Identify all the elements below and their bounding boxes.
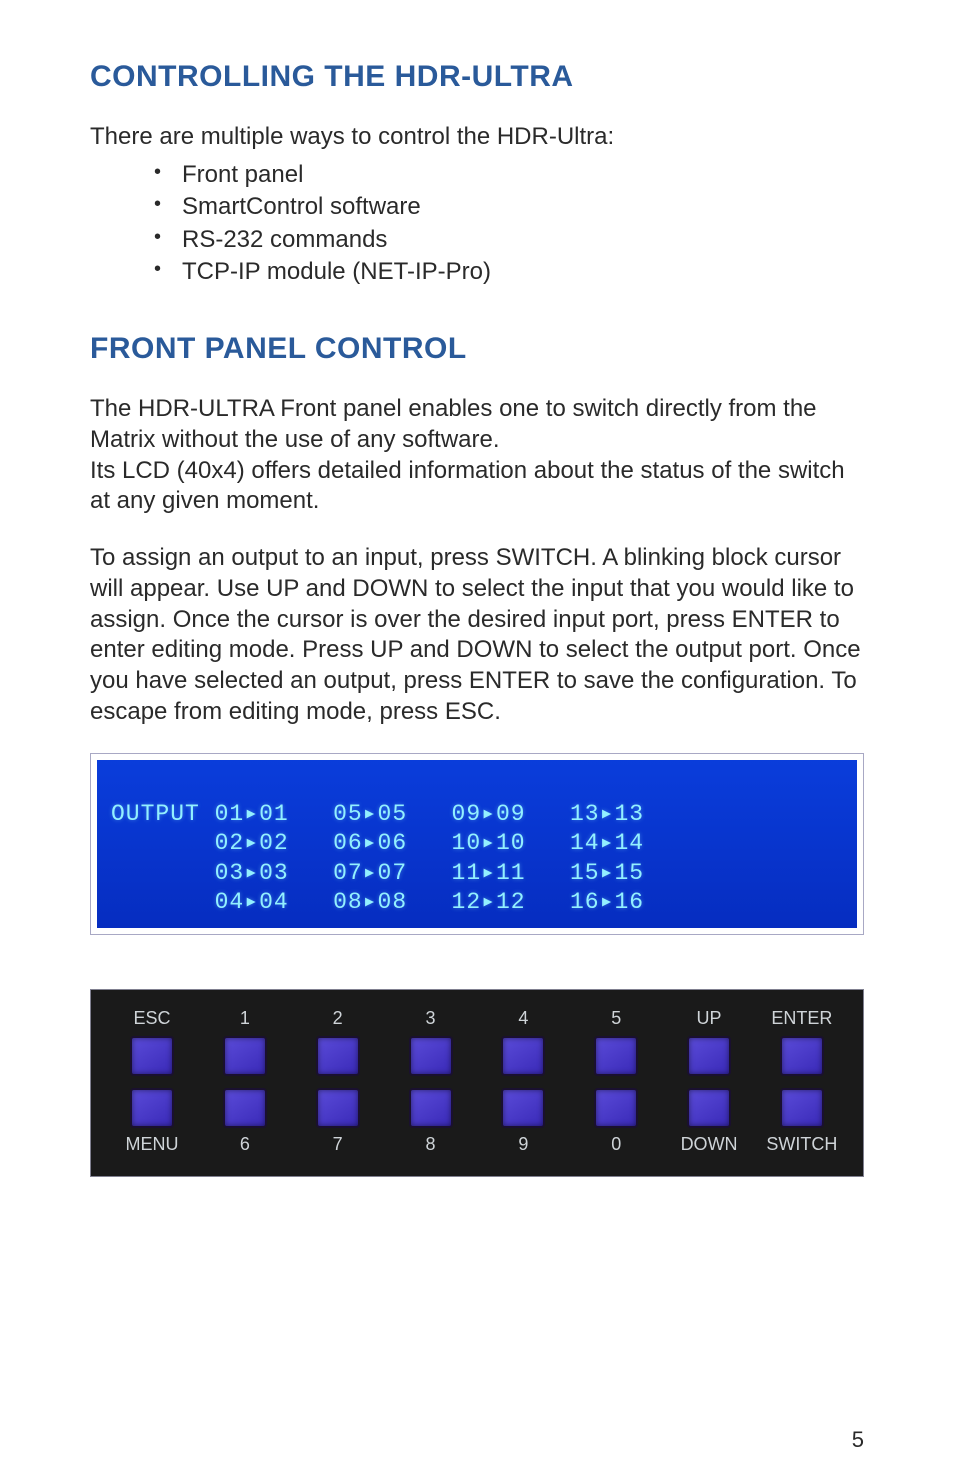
button-switch[interactable] [780,1088,824,1128]
button-6[interactable] [223,1088,267,1128]
button-enter[interactable] [780,1036,824,1076]
panel-top-row: ESC 1 2 3 4 5 UP ENTER [117,1008,837,1076]
panel-cell-4: 4 [488,1008,558,1076]
button-2[interactable] [316,1036,360,1076]
label-1: 1 [240,1008,250,1030]
panel-cell-7: 7 [303,1088,373,1156]
list-item: Front panel [154,159,864,191]
label-0: 0 [611,1134,621,1156]
button-esc[interactable] [130,1036,174,1076]
label-enter: ENTER [771,1008,832,1030]
label-menu: MENU [126,1134,179,1156]
panel-cell-2: 2 [303,1008,373,1076]
label-6: 6 [240,1134,250,1156]
button-0[interactable] [594,1088,638,1128]
button-8[interactable] [409,1088,453,1128]
label-down: DOWN [681,1134,738,1156]
lcd-screen: OUTPUT 01▸01 05▸05 09▸09 13▸13 02▸02 06▸… [97,760,857,927]
bullet-list: Front panel SmartControl software RS-232… [90,159,864,289]
label-3: 3 [426,1008,436,1030]
lcd-line: OUTPUT 01▸01 05▸05 09▸09 13▸13 [111,801,644,827]
button-menu[interactable] [130,1088,174,1128]
heading-controlling: CONTROLLING THE HDR-ULTRA [90,60,864,94]
button-5[interactable] [594,1036,638,1076]
panel-cell-5: 5 [581,1008,651,1076]
panel-cell-enter: ENTER [767,1008,837,1076]
button-1[interactable] [223,1036,267,1076]
page-number: 5 [852,1427,864,1453]
panel-cell-0: 0 [581,1088,651,1156]
button-up[interactable] [687,1036,731,1076]
panel-cell-3: 3 [396,1008,466,1076]
lcd-display: OUTPUT 01▸01 05▸05 09▸09 13▸13 02▸02 06▸… [90,753,864,934]
panel-cell-switch: SWITCH [767,1088,837,1156]
paragraph-1: The HDR-ULTRA Front panel enables one to… [90,394,864,517]
button-7[interactable] [316,1088,360,1128]
lcd-line: 03▸03 07▸07 11▸11 15▸15 [111,860,644,886]
label-esc: ESC [133,1008,170,1030]
label-9: 9 [518,1134,528,1156]
button-4[interactable] [501,1036,545,1076]
label-2: 2 [333,1008,343,1030]
panel-cell-6: 6 [210,1088,280,1156]
button-3[interactable] [409,1036,453,1076]
label-8: 8 [426,1134,436,1156]
panel-cell-up: UP [674,1008,744,1076]
list-item: SmartControl software [154,191,864,223]
panel-cell-menu: MENU [117,1088,187,1156]
button-down[interactable] [687,1088,731,1128]
list-item: RS-232 commands [154,224,864,256]
panel-cell-8: 8 [396,1088,466,1156]
button-9[interactable] [501,1088,545,1128]
label-7: 7 [333,1134,343,1156]
paragraph-2: To assign an output to an input, press S… [90,543,864,727]
panel-cell-down: DOWN [674,1088,744,1156]
front-panel: ESC 1 2 3 4 5 UP ENTER [90,989,864,1177]
list-item: TCP-IP module (NET-IP-Pro) [154,256,864,288]
label-switch: SWITCH [766,1134,837,1156]
lcd-line: 02▸02 06▸06 10▸10 14▸14 [111,830,644,856]
label-5: 5 [611,1008,621,1030]
lcd-line: 04▸04 08▸08 12▸12 16▸16 [111,889,644,915]
panel-bottom-row: MENU 6 7 8 9 0 DOWN SWITCH [117,1088,837,1156]
label-up: UP [697,1008,722,1030]
label-4: 4 [518,1008,528,1030]
intro-text: There are multiple ways to control the H… [90,122,864,153]
heading-front-panel: FRONT PANEL CONTROL [90,332,864,366]
panel-cell-esc: ESC [117,1008,187,1076]
panel-cell-9: 9 [488,1088,558,1156]
panel-cell-1: 1 [210,1008,280,1076]
